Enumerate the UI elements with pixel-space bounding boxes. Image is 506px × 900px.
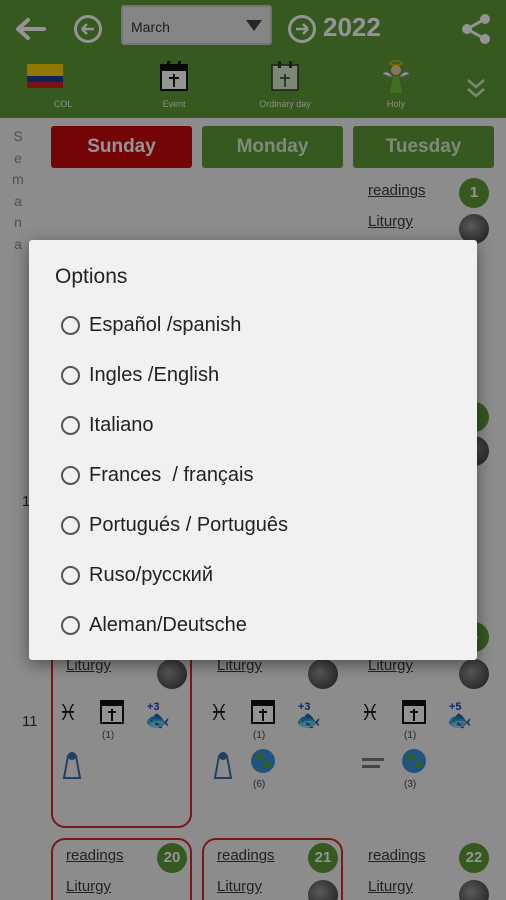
option-label: Portugués / Português bbox=[89, 514, 289, 536]
option-label: Ingles /English bbox=[89, 364, 220, 386]
language-option-spanish[interactable]: Español /spanish bbox=[59, 308, 449, 344]
option-label: Aleman/Deutsche bbox=[89, 614, 247, 636]
language-option-portuguese[interactable]: Portugués / Português bbox=[59, 508, 449, 544]
language-option-french[interactable]: Frances / français bbox=[59, 458, 449, 494]
radio-button[interactable] bbox=[61, 366, 80, 385]
option-label: Italiano bbox=[89, 414, 154, 436]
radio-button[interactable] bbox=[61, 416, 80, 435]
language-option-italian[interactable]: Italiano bbox=[59, 408, 449, 444]
language-options-dialog: Options Español /spanish Ingles /English… bbox=[29, 240, 477, 660]
language-option-english[interactable]: Ingles /English bbox=[59, 358, 449, 394]
radio-button[interactable] bbox=[61, 516, 80, 535]
radio-button[interactable] bbox=[61, 466, 80, 485]
language-option-russian[interactable]: Ruso/русский bbox=[59, 558, 449, 594]
dialog-title: Options bbox=[55, 265, 128, 288]
option-label: Español /spanish bbox=[89, 314, 242, 336]
option-label: Ruso/русский bbox=[89, 564, 214, 586]
radio-button[interactable] bbox=[61, 616, 80, 635]
language-option-german[interactable]: Aleman/Deutsche bbox=[59, 608, 449, 644]
radio-button[interactable] bbox=[61, 316, 80, 335]
radio-button[interactable] bbox=[61, 566, 80, 585]
option-label: Frances / français bbox=[89, 464, 254, 486]
